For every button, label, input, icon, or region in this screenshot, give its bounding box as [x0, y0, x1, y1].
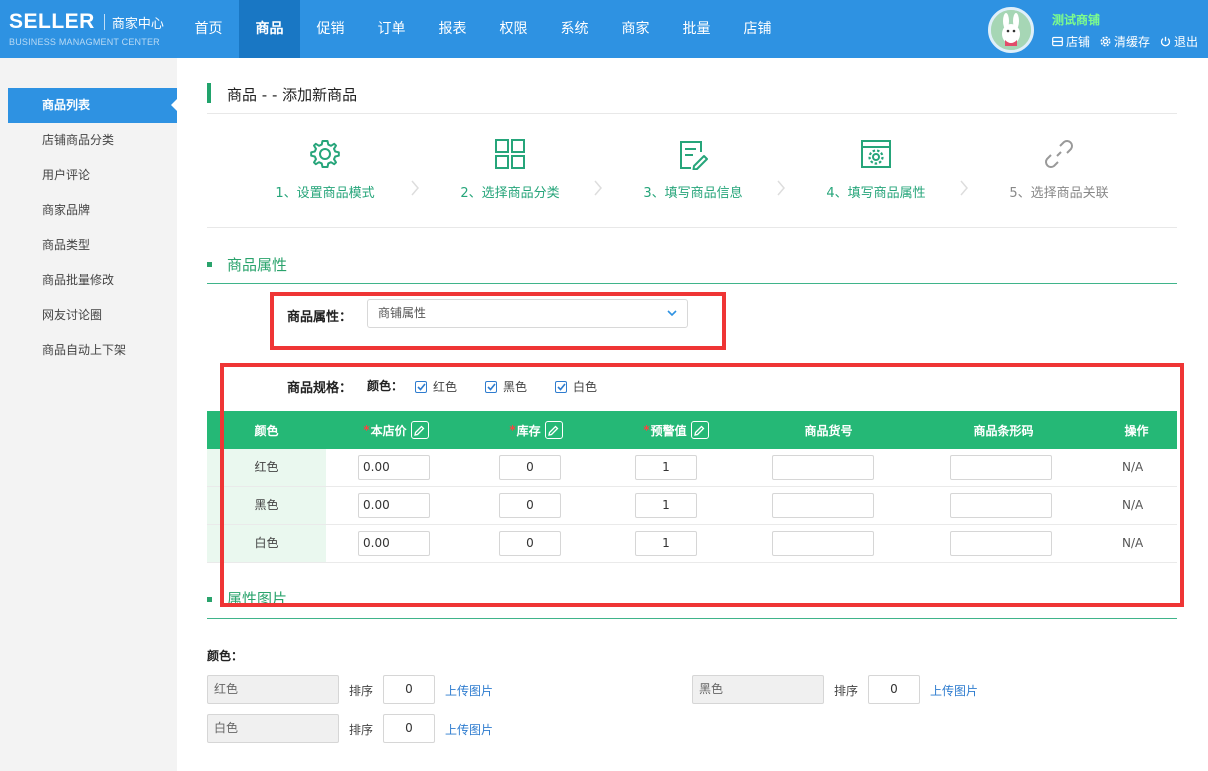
nav-permissions[interactable]: 权限	[483, 0, 544, 58]
image-color-label: 颜色：	[207, 649, 244, 663]
nav-goods[interactable]: 商品	[239, 0, 300, 58]
divider	[207, 227, 1177, 228]
step-1[interactable]: 1、设置商品模式	[250, 138, 400, 201]
step-label: 5、选择商品关联	[1009, 186, 1109, 201]
logout-label: 退出	[1174, 35, 1199, 49]
sort-input-white[interactable]: 0	[383, 714, 435, 743]
chevron-right-icon	[777, 180, 785, 196]
upload-image-black-link[interactable]: 上传图片	[930, 682, 978, 699]
nav-promotion[interactable]: 促销	[300, 0, 361, 58]
sidebar-item-brands[interactable]: 商家品牌	[8, 193, 177, 228]
step-label: 3、填写商品信息	[643, 186, 743, 201]
section-bullet	[207, 262, 212, 267]
sidebar: 商品列表 店铺商品分类 用户评论 商家品牌 商品类型 商品批量修改 网友讨论圈 …	[0, 58, 178, 771]
step-4[interactable]: 4、填写商品属性	[801, 138, 951, 201]
step-2[interactable]: 2、选择商品分类	[435, 138, 585, 201]
step-label: 1、设置商品模式	[275, 186, 375, 201]
section-divider	[207, 618, 1177, 619]
sort-input-red[interactable]: 0	[383, 675, 435, 704]
store-link[interactable]: 店铺	[1052, 33, 1090, 50]
avatar[interactable]	[988, 7, 1034, 53]
nav-home[interactable]: 首页	[178, 0, 239, 58]
image-color-black: 黑色	[692, 675, 824, 704]
highlight-box-spec-table	[220, 363, 1184, 607]
power-icon	[1160, 36, 1171, 47]
step-5[interactable]: 5、选择商品关联	[984, 138, 1134, 201]
chevron-right-icon	[411, 180, 419, 196]
store-icon	[1052, 36, 1063, 47]
nav-merchant[interactable]: 商家	[605, 0, 666, 58]
nav-reports[interactable]: 报表	[422, 0, 483, 58]
sidebar-item-discussion[interactable]: 网友讨论圈	[8, 298, 177, 333]
settings-window-icon	[861, 140, 891, 168]
highlight-box-attribute	[270, 292, 726, 350]
divider	[207, 113, 1177, 114]
image-color-red: 红色	[207, 675, 339, 704]
section-title-attributes: 商品属性	[227, 256, 288, 274]
sort-label: 排序	[349, 684, 374, 698]
step-3[interactable]: 3、填写商品信息	[618, 138, 768, 201]
upload-image-white-link[interactable]: 上传图片	[445, 721, 493, 738]
top-links: 店铺 清缓存 退出	[1052, 33, 1208, 50]
step-label: 2、选择商品分类	[460, 186, 560, 201]
image-color-white: 白色	[207, 714, 339, 743]
upload-image-red-link[interactable]: 上传图片	[445, 682, 493, 699]
link-icon	[1045, 140, 1073, 168]
sidebar-item-label: 商品列表	[42, 98, 91, 112]
page-title: 商品 - - 添加新商品	[227, 86, 358, 104]
brand-name: SELLER	[9, 10, 95, 33]
shop-name[interactable]: 测试商铺	[1052, 11, 1100, 28]
logout-link[interactable]: 退出	[1160, 33, 1198, 50]
clear-cache-link[interactable]: 清缓存	[1100, 33, 1150, 50]
store-link-label: 店铺	[1066, 35, 1091, 49]
step-label: 4、填写商品属性	[826, 186, 926, 201]
brand-logo[interactable]: SELLER 商家中心 BUSINESS MANAGMENT CENTER	[9, 10, 164, 47]
sidebar-item-user-comments[interactable]: 用户评论	[8, 158, 177, 193]
main-nav: 首页 商品 促销 订单 报表 权限 系统 商家 批量 店铺	[178, 0, 788, 58]
section-bullet	[207, 597, 212, 602]
sort-input-black[interactable]: 0	[868, 675, 920, 704]
section-divider	[207, 283, 1177, 284]
nav-system[interactable]: 系统	[544, 0, 605, 58]
nav-store[interactable]: 店铺	[727, 0, 788, 58]
top-bar: SELLER 商家中心 BUSINESS MANAGMENT CENTER 首页…	[0, 0, 1208, 58]
edit-doc-icon	[680, 141, 708, 170]
grid-icon	[495, 139, 525, 169]
gear-icon	[1100, 36, 1111, 47]
sidebar-item-batch-edit[interactable]: 商品批量修改	[8, 263, 177, 298]
sort-label: 排序	[349, 723, 374, 737]
gear-icon	[310, 140, 340, 168]
nav-batch[interactable]: 批量	[666, 0, 727, 58]
clear-cache-label: 清缓存	[1114, 35, 1151, 49]
avatar-cartoon-icon	[991, 10, 1031, 50]
chevron-right-icon	[594, 180, 602, 196]
brand-divider	[103, 14, 105, 30]
nav-orders[interactable]: 订单	[361, 0, 422, 58]
sidebar-item-goods-list[interactable]: 商品列表	[8, 88, 178, 123]
brand-subtitle: BUSINESS MANAGMENT CENTER	[9, 37, 160, 47]
sidebar-item-auto-shelf[interactable]: 商品自动上下架	[8, 333, 177, 368]
sidebar-item-store-category[interactable]: 店铺商品分类	[8, 123, 177, 158]
brand-center-label: 商家中心	[111, 16, 164, 32]
sort-label: 排序	[834, 684, 859, 698]
chevron-right-icon	[960, 180, 968, 196]
sidebar-item-goods-types[interactable]: 商品类型	[8, 228, 177, 263]
title-accent-bar	[207, 83, 211, 103]
